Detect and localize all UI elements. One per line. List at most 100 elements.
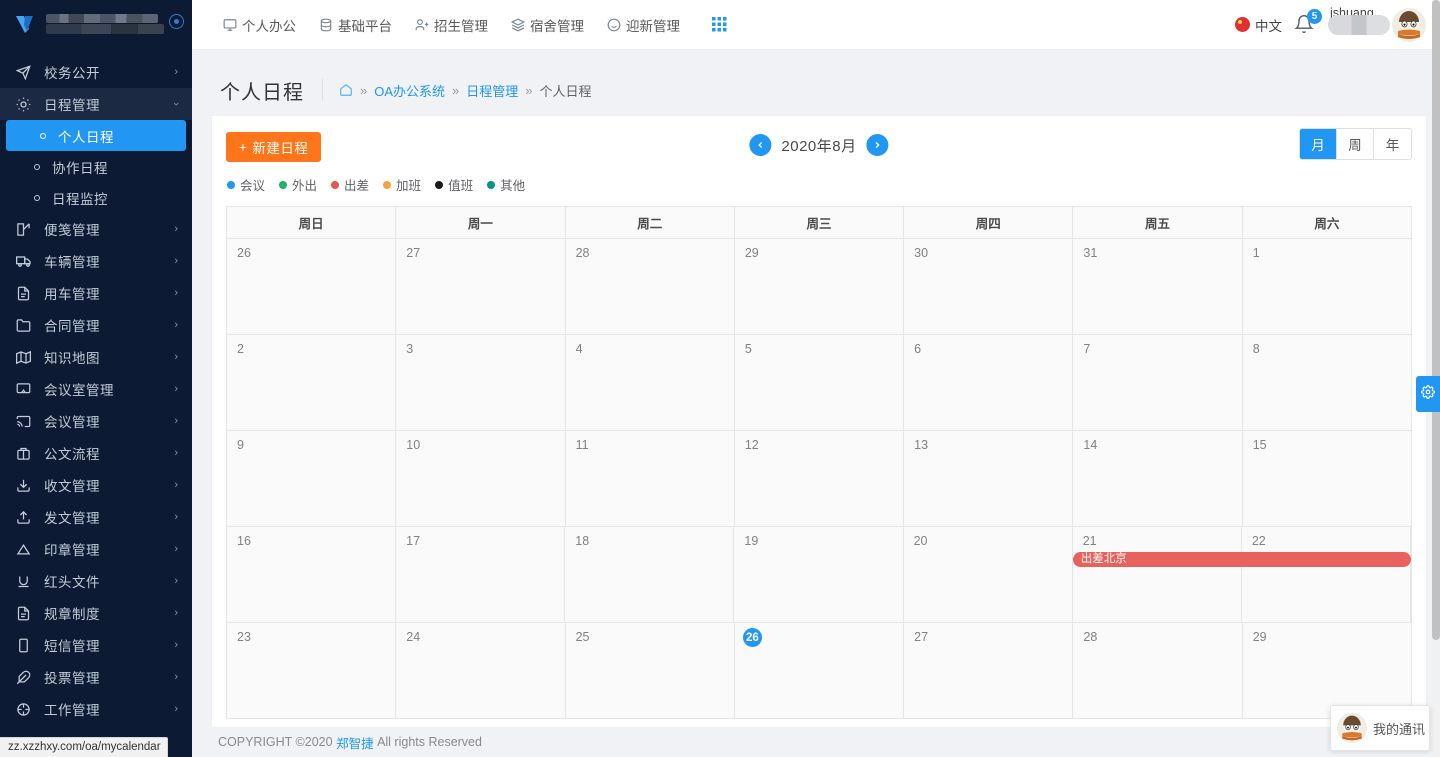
notification-bell[interactable]: 5: [1294, 8, 1322, 36]
calendar-day-cell[interactable]: 8: [1242, 335, 1411, 430]
view-btn-year[interactable]: 年: [1374, 129, 1411, 159]
calendar-day-cell[interactable]: 15: [1242, 431, 1411, 526]
topnav-item-jichupingtai[interactable]: 基础平台: [318, 15, 392, 35]
sidebar-subitem-label: 协作日程: [52, 160, 108, 176]
sidebar-item-xiaowugongkai[interactable]: 校务公开 ›: [0, 56, 192, 88]
sidebar-item-huiyiguanli[interactable]: 会议管理 ›: [0, 405, 192, 437]
sidebar-item-yinzhangguanli[interactable]: 印章管理 ›: [0, 533, 192, 565]
topnav-item-yingxinguanli[interactable]: 迎新管理: [606, 15, 680, 35]
user-menu[interactable]: jshuang: [1328, 6, 1426, 42]
day-number: 4: [575, 342, 583, 356]
sidebar-item-gongwenliucheng[interactable]: 公文流程 ›: [0, 437, 192, 469]
calendar-day-cell[interactable]: 14: [1073, 431, 1243, 526]
calendar-day-cell[interactable]: 22: [1241, 527, 1411, 622]
calendar-day-cell[interactable]: 19: [734, 527, 904, 622]
calendar-day-cell[interactable]: 24: [396, 623, 566, 718]
footer-link[interactable]: 郑智捷: [336, 733, 374, 752]
day-number: 21: [1082, 534, 1097, 548]
calendar-day-cell[interactable]: 5: [734, 335, 905, 430]
underline-icon: [16, 574, 36, 589]
calendar-day-cell[interactable]: 23: [227, 623, 397, 718]
chevron-right-icon: ›: [174, 351, 178, 363]
chevron-left-icon[interactable]: [749, 134, 772, 156]
calendar-day-cell[interactable]: 28: [565, 239, 735, 334]
day-number: 6: [914, 342, 922, 356]
calendar-event-chuchaibeijing[interactable]: 出差北京: [1072, 552, 1411, 567]
sidebar-item-shouwenguanli[interactable]: 收文管理 ›: [0, 469, 192, 501]
sidebar-item-label: 日程管理: [44, 98, 100, 113]
calendar-day-cell[interactable]: 11: [565, 431, 735, 526]
home-icon[interactable]: [339, 83, 353, 97]
calendar-day-cell[interactable]: 1: [1242, 239, 1411, 334]
calendar-day-cell[interactable]: 26: [227, 239, 397, 334]
calendar-day-cell[interactable]: 4: [565, 335, 735, 430]
calendar-day-cell[interactable]: 16: [227, 527, 397, 622]
calendar-day-cell[interactable]: 31: [1073, 239, 1243, 334]
sidebar-item-zhishiditu[interactable]: 知识地图 ›: [0, 341, 192, 373]
calendar-day-cell[interactable]: 17: [396, 527, 566, 622]
legend-item-other: 其他: [487, 175, 525, 194]
calendar-grid: 周日 周一 周二 周三 周四 周五 周六 26 27 28 29 30 31 1: [226, 206, 1412, 719]
app-root: 校务公开 › 日程管理 › 个人日程 协作日程 日程监控 便笺管理 › 车辆管理…: [0, 0, 1440, 757]
day-number: 12: [744, 438, 759, 452]
topnav-item-zhaoshengguanli[interactable]: 招生管理: [414, 15, 488, 35]
breadcrumb-item-oa[interactable]: OA办公系统: [374, 81, 445, 100]
sidebar-item-bianjianguanli[interactable]: 便笺管理 ›: [0, 213, 192, 245]
calendar-day-cell[interactable]: 27: [396, 239, 566, 334]
settings-panel-toggle[interactable]: [1416, 376, 1440, 412]
chat-widget[interactable]: 我的通讯: [1330, 705, 1430, 751]
calendar-day-cell[interactable]: 9: [227, 431, 397, 526]
breadcrumb-item-current: 个人日程: [539, 83, 592, 99]
sidebar-item-cheliangguanli[interactable]: 车辆管理 ›: [0, 245, 192, 277]
legend-color-dot: [227, 180, 235, 189]
calendar-day-cell[interactable]: 6: [904, 335, 1074, 430]
sidebar-item-fawenguanli[interactable]: 发文管理 ›: [0, 501, 192, 533]
topnav-item-gerenbangong[interactable]: 个人办公: [222, 15, 296, 35]
sidebar-item-gerenricheng[interactable]: 个人日程: [6, 120, 186, 151]
sidebar-item-duanxinguanli[interactable]: 短信管理 ›: [0, 629, 192, 661]
calendar-day-cell[interactable]: 7: [1073, 335, 1243, 430]
sidebar-item-toupiaoguanli[interactable]: 投票管理 ›: [0, 661, 192, 693]
calendar-day-cell[interactable]: 2: [227, 335, 397, 430]
calendar-day-cell[interactable]: 20: [903, 527, 1073, 622]
calendar-day-cell[interactable]: 13: [904, 431, 1074, 526]
chevron-right-icon[interactable]: [866, 134, 889, 156]
calendar-day-cell[interactable]: 27: [904, 623, 1074, 718]
view-btn-month[interactable]: 月: [1300, 129, 1337, 159]
calendar-day-cell[interactable]: 12: [734, 431, 905, 526]
topnav-item-sushequanli[interactable]: 宿舍管理: [510, 15, 584, 35]
calendar-day-cell[interactable]: 29: [734, 239, 905, 334]
status-bar-url: zz.xzzhxy.com/oa/mycalendar: [0, 737, 168, 757]
scrollbar-thumb[interactable]: [1432, 0, 1440, 640]
language-switch[interactable]: 中文: [1235, 15, 1282, 35]
calendar-day-cell[interactable]: 25: [565, 623, 735, 718]
legend-label: 会议: [240, 179, 266, 193]
sidebar-item-hongtouwenjian[interactable]: 红头文件 ›: [0, 565, 192, 597]
sidebar-item-hetongguanli[interactable]: 合同管理 ›: [0, 309, 192, 341]
sidebar-item-richengjiankong[interactable]: 日程监控: [0, 182, 192, 213]
sidebar-item-guizhangzhidu[interactable]: 规章制度 ›: [0, 597, 192, 629]
sidebar-item-label: 校务公开: [44, 66, 100, 81]
sidebar-item-label: 发文管理: [44, 511, 100, 526]
calendar-day-cell[interactable]: 10: [396, 431, 566, 526]
sidebar-logo[interactable]: [0, 0, 192, 50]
sidebar-item-label: 公文流程: [44, 447, 100, 462]
view-btn-week[interactable]: 周: [1337, 129, 1374, 159]
sidebar-item-richengguanli[interactable]: 日程管理 ›: [0, 88, 192, 120]
breadcrumb-item-schedule[interactable]: 日程管理: [466, 81, 518, 100]
new-event-button[interactable]: + 新建日程: [226, 132, 322, 162]
calendar-day-cell[interactable]: 3: [396, 335, 566, 430]
weekday-wed: 周三: [735, 207, 905, 238]
calendar-day-cell[interactable]: 26: [734, 623, 905, 718]
calendar-day-cell[interactable]: 30: [904, 239, 1074, 334]
calendar-day-cell[interactable]: 21: [1072, 527, 1242, 622]
calendar-day-cell[interactable]: 28: [1073, 623, 1243, 718]
sidebar-item-xiezuoricheng[interactable]: 协作日程: [0, 151, 192, 182]
calendar-day-cell[interactable]: 18: [565, 527, 735, 622]
sidebar-item-huiyishiguanli[interactable]: 会议室管理 ›: [0, 373, 192, 405]
grid-apps-icon[interactable]: [712, 17, 727, 32]
sidebar: 校务公开 › 日程管理 › 个人日程 协作日程 日程监控 便笺管理 › 车辆管理…: [0, 0, 192, 757]
sidebar-item-yongcheguanli[interactable]: 用车管理 ›: [0, 277, 192, 309]
sidebar-item-gongzuoguanli[interactable]: 工作管理 ›: [0, 693, 192, 725]
calendar-day-cell[interactable]: 29: [1242, 623, 1411, 718]
